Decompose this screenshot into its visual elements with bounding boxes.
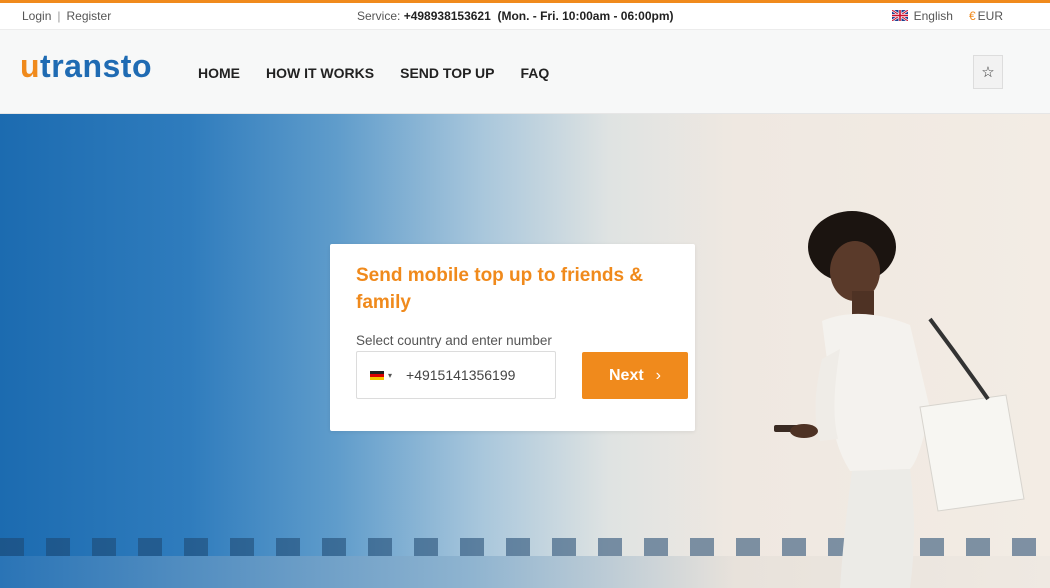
register-link[interactable]: Register — [67, 9, 112, 23]
next-button[interactable]: Next › — [582, 352, 688, 399]
nav-home[interactable]: HOME — [198, 65, 240, 81]
language-label: English — [913, 9, 953, 23]
phone-number-field: ▾ — [356, 351, 556, 399]
top-info-bar: Login | Register Service: +498938153621 … — [0, 0, 1050, 30]
service-prefix: Service: — [357, 9, 404, 23]
logo-u: u — [20, 48, 41, 84]
login-link[interactable]: Login — [22, 9, 51, 23]
service-info: Service: +498938153621 (Mon. - Fri. 10:0… — [357, 9, 674, 23]
currency-symbol: € — [968, 9, 976, 23]
logo-text: transto — [40, 48, 152, 84]
hero-banner: Send mobile top up to friends & family S… — [0, 114, 1050, 588]
nav-how-it-works[interactable]: HOW IT WORKS — [266, 65, 374, 81]
currency-label: EUR — [977, 9, 1003, 23]
topup-title: Send mobile top up to friends & family — [356, 265, 644, 313]
locale-controls: English € EUR — [891, 9, 1003, 23]
language-selector[interactable]: English — [891, 9, 953, 23]
next-label: Next — [608, 366, 644, 384]
main-header: utransto HOME HOW IT WORKS SEND TOP UP F… — [0, 30, 1050, 114]
phone-number-input[interactable] — [406, 367, 537, 383]
country-selector[interactable]: ▾ — [370, 370, 393, 380]
favorite-button[interactable]: ☆ — [973, 55, 1003, 89]
account-links: Login | Register — [22, 9, 111, 23]
currency-selector[interactable]: € EUR — [969, 9, 1003, 23]
uk-flag-icon — [891, 10, 908, 21]
nav-send-top-up[interactable]: SEND TOP UP — [400, 65, 494, 81]
nav-faq[interactable]: FAQ — [521, 65, 550, 81]
phone-field-label: Select country and enter number — [356, 333, 552, 348]
star-icon: ☆ — [981, 64, 995, 81]
topup-card: Send mobile top up to friends & family S… — [330, 244, 695, 431]
service-hours: (Mon. - Fri. 10:00am - 06:00pm) — [497, 9, 674, 23]
account-separator: | — [57, 9, 61, 23]
utransto-logo[interactable]: utransto — [20, 50, 152, 82]
germany-flag-icon — [370, 370, 384, 380]
woman-with-phone-image — [774, 211, 1025, 588]
chevron-right-icon: › — [655, 366, 661, 384]
caret-down-icon: ▾ — [388, 370, 393, 380]
service-phone[interactable]: +498938153621 — [404, 9, 491, 23]
main-nav: HOME HOW IT WORKS SEND TOP UP FAQ — [198, 65, 549, 81]
